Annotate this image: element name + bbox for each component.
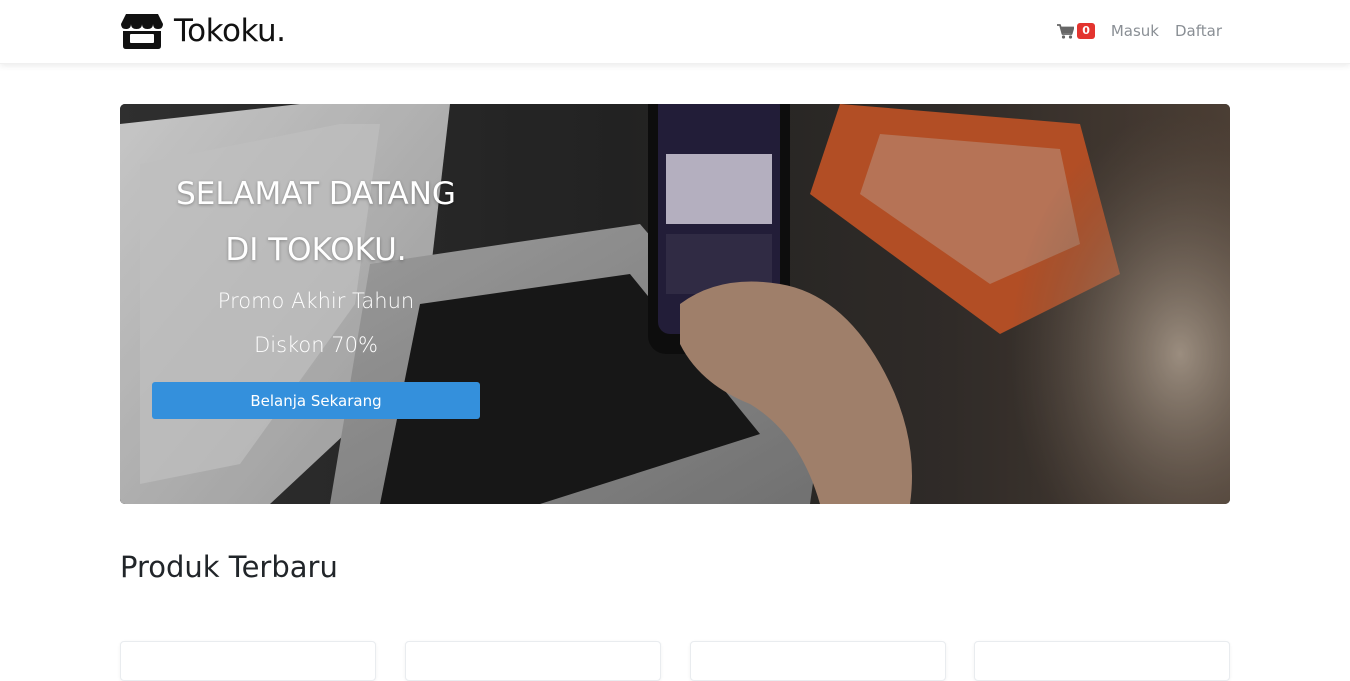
brand-link[interactable]: Tokoku. [120,11,286,51]
product-card[interactable] [974,641,1230,681]
login-link[interactable]: Masuk [1111,22,1159,40]
product-card[interactable] [690,641,946,681]
store-icon [121,14,163,49]
brand-name: Tokoku. [174,13,286,49]
shopping-cart-icon [1057,23,1075,39]
hero-subtitle-line2: Diskon 70% [254,333,378,357]
hero-text: SELAMAT DATANG DI TOKOKU. Promo Akhir Ta… [152,166,480,366]
hero-banner: SELAMAT DATANG DI TOKOKU. Promo Akhir Ta… [120,104,1230,504]
register-link[interactable]: Daftar [1175,22,1222,40]
nav-right: 0 Masuk Daftar [1057,20,1222,42]
hero-title-line2: DI TOKOKU. [225,232,407,268]
shop-now-button[interactable]: Belanja Sekarang [152,382,480,419]
navbar: Tokoku. 0 Masuk Daftar [0,0,1350,64]
product-card[interactable] [120,641,376,681]
cart-button[interactable]: 0 [1057,23,1095,39]
hero-title-line1: SELAMAT DATANG [176,176,456,212]
cart-count-badge: 0 [1077,23,1095,39]
hero-subtitle-line1: Promo Akhir Tahun [217,289,415,313]
section-title: Produk Terbaru [120,550,338,584]
product-card[interactable] [405,641,661,681]
